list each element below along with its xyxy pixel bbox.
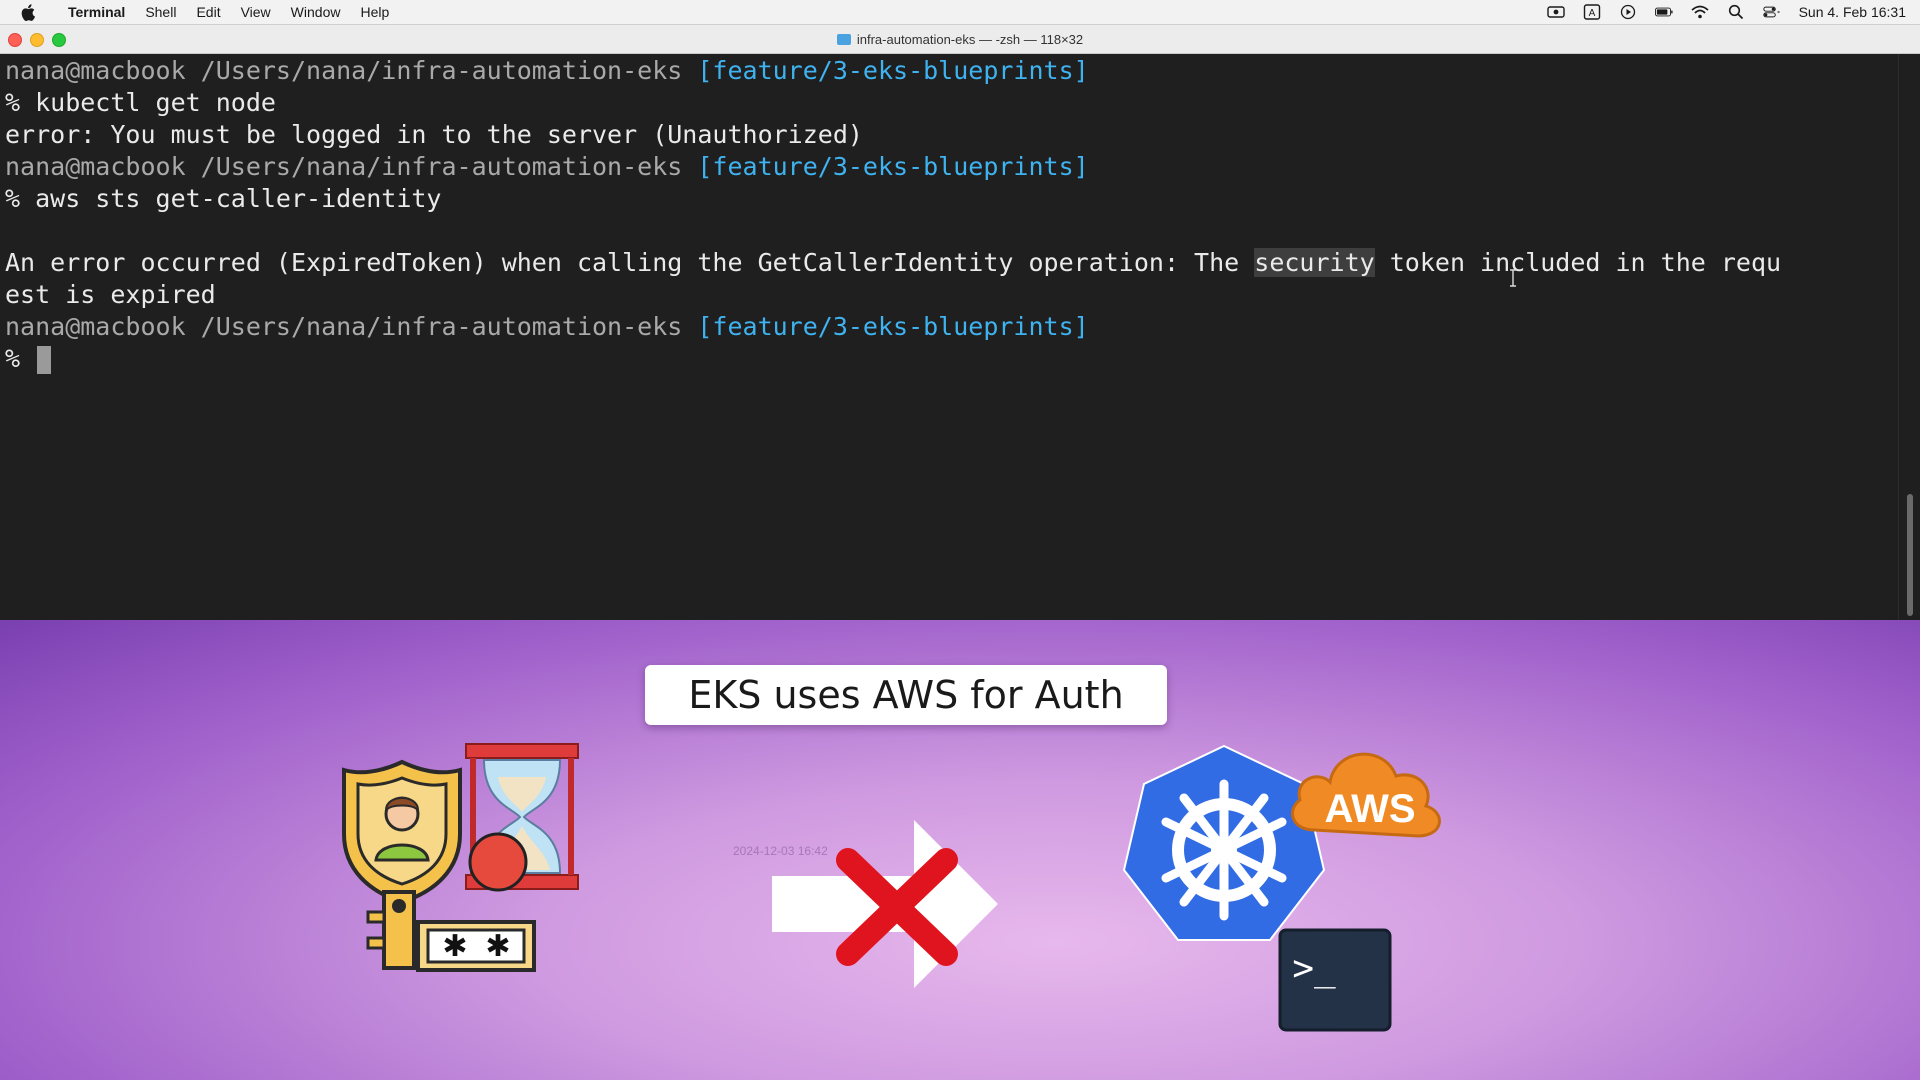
- terminal-line: nana@macbook /Users/nana/infra-automatio…: [5, 311, 1089, 343]
- menu-window[interactable]: Window: [281, 4, 351, 20]
- ibeam-cursor-icon: [1508, 264, 1518, 293]
- menu-edit[interactable]: Edit: [186, 4, 230, 20]
- key-icon: [366, 890, 416, 970]
- denied-arrow-icon: [770, 818, 1002, 995]
- screen-record-icon[interactable]: [1546, 5, 1565, 19]
- window-title-bar[interactable]: infra-automation-eks — -zsh — 118×32: [0, 25, 1920, 54]
- selected-text: security: [1254, 248, 1375, 277]
- svg-text:✱: ✱: [442, 929, 467, 964]
- password-field-icon: ✱ ✱: [416, 920, 536, 972]
- now-playing-icon[interactable]: [1619, 4, 1637, 20]
- kubernetes-logo-icon: [1122, 744, 1326, 941]
- terminal-line: nana@macbook /Users/nana/infra-automatio…: [5, 55, 1089, 87]
- terminal-line: error: You must be logged in to the serv…: [5, 120, 863, 149]
- menu-view[interactable]: View: [231, 4, 281, 20]
- text-cursor: [37, 346, 52, 374]
- terminal-line: est is expired: [5, 280, 216, 309]
- terminal-input-line[interactable]: %: [5, 343, 52, 375]
- aws-cloud-icon: AWS: [1290, 752, 1441, 838]
- menu-bar-clock[interactable]: Sun 4. Feb 16:31: [1799, 4, 1906, 20]
- control-center-icon[interactable]: [1762, 5, 1781, 19]
- git-branch: [feature/3-eks-blueprints]: [697, 152, 1089, 181]
- prompt-path: nana@macbook /Users/nana/infra-automatio…: [5, 152, 698, 181]
- security-credentials-icon: ✱ ✱: [338, 742, 598, 977]
- menu-shell[interactable]: Shell: [135, 4, 186, 20]
- error-text: An error occurred (ExpiredToken) when ca…: [5, 248, 1255, 277]
- terminal-line: % aws sts get-caller-identity: [5, 184, 442, 213]
- menu-help[interactable]: Help: [350, 4, 399, 20]
- terminal-scrollbar[interactable]: [1898, 54, 1920, 620]
- window-title: infra-automation-eks — -zsh — 118×32: [856, 31, 1084, 47]
- terminal-icon-glyph: >_: [1292, 948, 1336, 989]
- terminal-output[interactable]: nana@macbook /Users/nana/infra-automatio…: [0, 54, 1898, 620]
- shield-icon: [342, 759, 462, 905]
- menu-bar: Terminal Shell Edit View Window Help A S…: [0, 0, 1920, 25]
- prompt-path: nana@macbook /Users/nana/infra-automatio…: [5, 56, 698, 85]
- folder-icon: [836, 33, 851, 45]
- input-source-icon[interactable]: A: [1583, 4, 1601, 20]
- battery-icon[interactable]: [1654, 5, 1673, 19]
- prompt-path: nana@macbook /Users/nana/infra-automatio…: [5, 312, 698, 341]
- svg-text:A: A: [1588, 8, 1595, 19]
- git-branch: [feature/3-eks-blueprints]: [697, 312, 1089, 341]
- terminal-line: nana@macbook /Users/nana/infra-automatio…: [5, 151, 1089, 183]
- aws-badge-text: AWS: [1324, 787, 1415, 831]
- scrollbar-thumb[interactable]: [1907, 494, 1913, 616]
- apple-menu-icon[interactable]: [20, 3, 36, 21]
- wifi-icon[interactable]: [1690, 5, 1709, 19]
- overlay-banner: EKS uses AWS for Auth: [645, 665, 1167, 725]
- terminal-line: % kubectl get node: [5, 88, 276, 117]
- error-text: token included in the requ: [1374, 248, 1782, 277]
- terminal-icon: >_: [1278, 928, 1392, 1032]
- git-branch: [feature/3-eks-blueprints]: [697, 56, 1089, 85]
- explainer-overlay: EKS uses AWS for Auth 2024-12-03 16:42 ✱…: [0, 620, 1920, 1080]
- kubernetes-aws-icon: AWS >_: [1114, 740, 1444, 1045]
- menu-app-terminal[interactable]: Terminal: [54, 4, 135, 20]
- svg-text:✱: ✱: [485, 929, 510, 964]
- search-icon[interactable]: [1727, 4, 1745, 20]
- prompt-symbol: %: [5, 344, 36, 373]
